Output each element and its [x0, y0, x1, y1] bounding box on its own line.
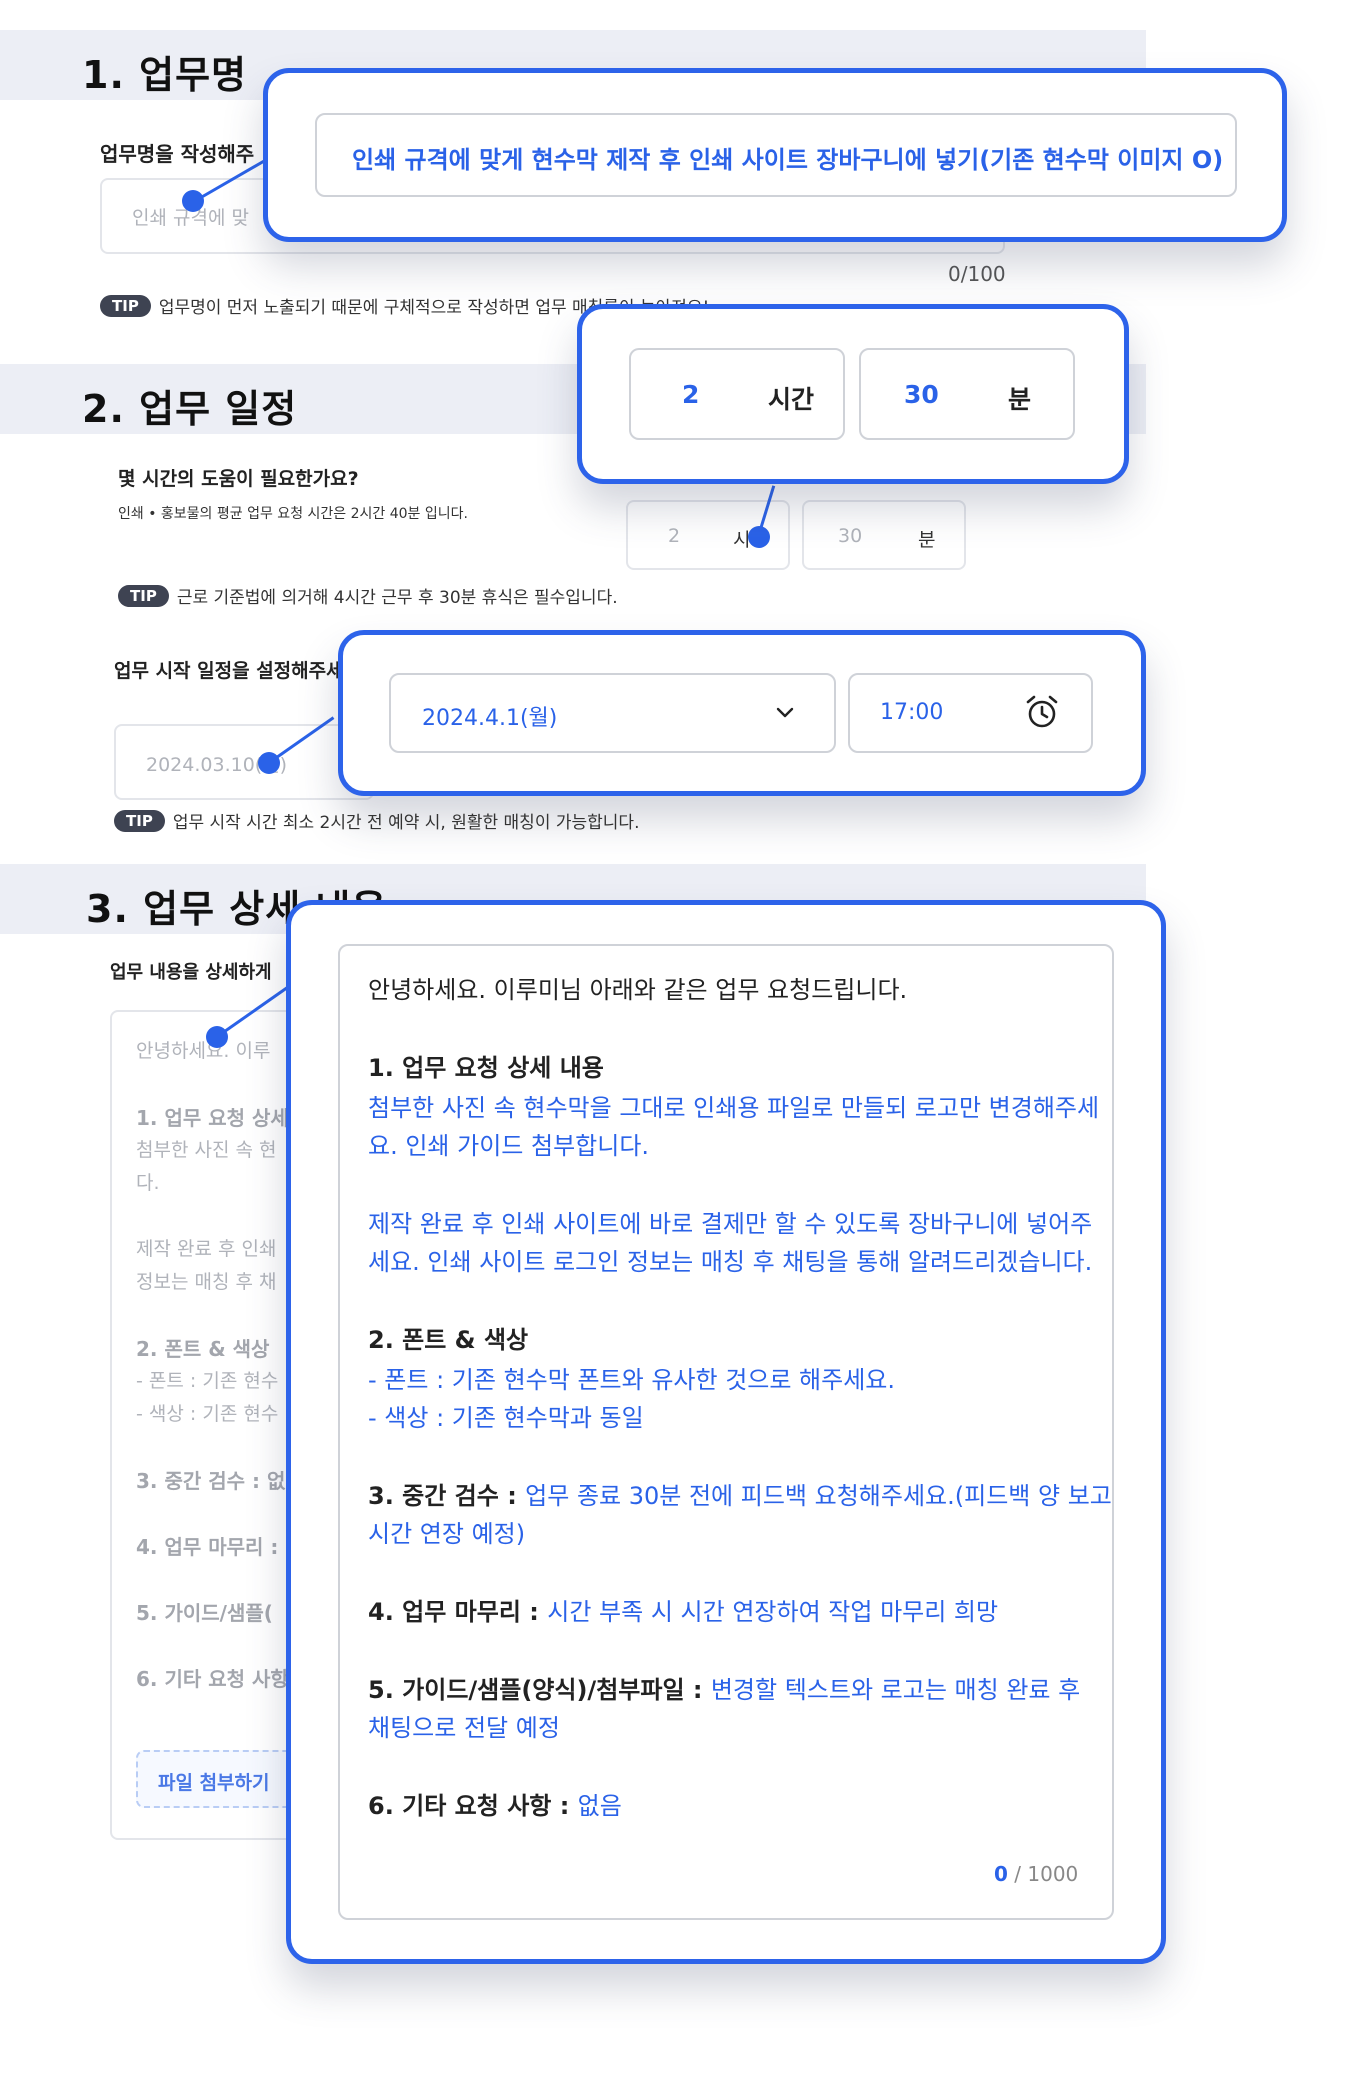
detail-faint-item2-l2: - 색상 : 기존 현수	[136, 1403, 279, 1425]
connector-dot	[182, 190, 204, 212]
minutes-input-value: 30	[838, 525, 863, 547]
detail-counter: 0 / 1000	[994, 1862, 1079, 1886]
connector-dot	[748, 526, 770, 548]
detail-item2-l1: - 폰트 : 기존 현수막 폰트와 유사한 것으로 해주세요.	[368, 1366, 896, 1394]
detail-item1-head: 1. 업무 요청 상세 내용	[368, 1054, 604, 1082]
tip-text: 업무 시작 시간 최소 2시간 전 예약 시, 원활한 매칭이 가능합니다.	[172, 813, 640, 833]
detail-item1-l4: 세요. 인쇄 사이트 로그인 정보는 매칭 후 채팅을 통해 알려드리겠습니다.	[368, 1248, 1093, 1276]
detail-item3: 3. 중간 검수 : 업무 종료 30분 전에 피드백 요청해주세요.(피드백 …	[368, 1482, 1112, 1510]
hours-question: 몇 시간의 도움이 필요한가요?	[118, 468, 359, 490]
attach-file-button-label: 파일 첨부하기	[158, 1772, 270, 1794]
tip-badge: TIP	[100, 294, 151, 317]
detail-faint-item1-l1: 첨부한 사진 속 현	[136, 1139, 277, 1161]
detail-item5-l2: 채팅으로 전달 예정	[368, 1714, 560, 1742]
detail-faint-item1-l4: 정보는 매칭 후 채	[136, 1271, 277, 1293]
hours-input-value: 2	[668, 525, 681, 547]
connector-dot	[206, 1026, 228, 1048]
minutes-callout-field[interactable]	[859, 348, 1075, 440]
detail-item2-l2: - 색상 : 기존 현수막과 동일	[368, 1404, 644, 1432]
detail-faint-greeting: 안녕하세요. 이루	[136, 1040, 271, 1062]
detail-item2-head: 2. 폰트 & 색상	[368, 1326, 529, 1354]
detail-faint-item2-head: 2. 폰트 & 색상	[136, 1337, 270, 1361]
detail-item1-l3: 제작 완료 후 인쇄 사이트에 바로 결제만 할 수 있도록 장바구니에 넣어주	[368, 1210, 1093, 1238]
connector-dot	[258, 752, 280, 774]
task-name-label: 업무명을 작성해주	[100, 142, 255, 166]
tip-text: 근로 기준법에 의거해 4시간 근무 후 30분 휴식은 필수입니다.	[176, 588, 618, 608]
detail-item5: 5. 가이드/샘플(양식)/첨부파일 : 변경할 텍스트와 로고는 매칭 완료 …	[368, 1676, 1081, 1704]
detail-faint-item5: 5. 가이드/샘플(	[136, 1601, 273, 1625]
alarm-clock-icon[interactable]	[1024, 694, 1060, 730]
detail-faint-item2-l1: - 폰트 : 기존 현수	[136, 1370, 279, 1392]
chevron-down-icon[interactable]	[774, 702, 796, 724]
detail-faint-item6: 6. 기타 요청 사항	[136, 1667, 289, 1691]
start-schedule-label: 업무 시작 일정을 설정해주세	[114, 660, 344, 682]
minutes-input[interactable]	[802, 500, 966, 570]
detail-item1-l2: 요. 인쇄 가이드 첨부합니다.	[368, 1132, 650, 1160]
tip-badge: TIP	[118, 584, 169, 607]
start-date-callout-value: 2024.4.1(월)	[422, 706, 558, 731]
minutes-input-unit: 분	[918, 529, 936, 551]
rest-tip: TIP 근로 기준법에 의거해 4시간 근무 후 30분 휴식은 필수입니다.	[118, 583, 618, 608]
detail-faint-item1-head: 1. 업무 요청 상세	[136, 1106, 289, 1130]
detail-item1-l1: 첨부한 사진 속 현수막을 그대로 인쇄용 파일로 만들되 로고만 변경해주세	[368, 1094, 1100, 1122]
detail-item6: 6. 기타 요청 사항 : 없음	[368, 1792, 622, 1820]
minutes-callout-unit: 분	[1008, 385, 1032, 414]
hours-note: 인쇄 • 홍보물의 평균 업무 요청 시간은 2시간 40분 입니다.	[118, 506, 468, 522]
hours-callout-unit: 시간	[768, 385, 815, 414]
detail-item3-l2: 시간 연장 예정)	[368, 1520, 526, 1548]
section1-title: 1. 업무명	[82, 53, 247, 97]
detail-greeting: 안녕하세요. 이루미님 아래와 같은 업무 요청드립니다.	[368, 976, 908, 1004]
task-name-callout-value: 인쇄 규격에 맞게 현수막 제작 후 인쇄 사이트 장바구니에 넣기(기존 현수…	[352, 146, 1224, 174]
detail-faint-item3: 3. 중간 검수 : 없	[136, 1469, 286, 1493]
hours-callout-value: 2	[682, 380, 700, 409]
minutes-callout-value: 30	[904, 380, 939, 409]
task-name-counter: 0/100	[948, 262, 1006, 286]
detail-faint-item1-l2: 다.	[136, 1172, 160, 1194]
start-time-tip: TIP 업무 시작 시간 최소 2시간 전 예약 시, 원활한 매칭이 가능합니…	[114, 808, 639, 833]
tip-badge: TIP	[114, 809, 165, 832]
section2-title: 2. 업무 일정	[82, 387, 298, 431]
detail-faint-item1-l3: 제작 완료 후 인쇄	[136, 1238, 277, 1260]
detail-label: 업무 내용을 상세하게	[110, 962, 272, 983]
start-time-callout-value: 17:00	[880, 700, 944, 725]
detail-item4: 4. 업무 마무리 : 시간 부족 시 시간 연장하여 작업 마무리 희망	[368, 1598, 999, 1626]
detail-faint-item4: 4. 업무 마무리 :	[136, 1535, 279, 1559]
